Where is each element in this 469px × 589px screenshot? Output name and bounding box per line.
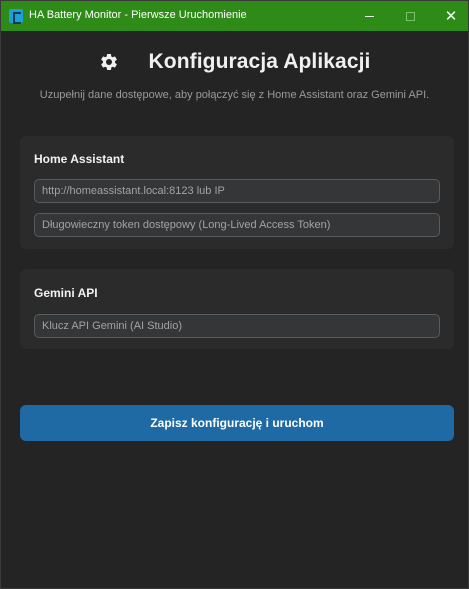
gemini-api-section: Gemini API (20, 269, 454, 349)
maximize-icon (405, 11, 415, 21)
page-heading: Konfiguracja Aplikacji (1, 47, 468, 77)
gemini-api-section-title: Gemini API (34, 286, 98, 300)
ha-url-input[interactable] (34, 179, 440, 203)
close-button[interactable]: ✕ (433, 1, 469, 31)
title-bar[interactable]: HA Battery Monitor - Pierwsze Uruchomien… (1, 1, 468, 31)
save-and-run-button[interactable]: Zapisz konfigurację i uruchom (20, 405, 454, 441)
gemini-key-input[interactable] (34, 314, 440, 338)
close-icon: ✕ (444, 7, 458, 25)
page-title: Konfiguracja Aplikacji (148, 50, 371, 73)
window-title: HA Battery Monitor - Pierwsze Uruchomien… (29, 9, 247, 21)
app-window: HA Battery Monitor - Pierwsze Uruchomien… (0, 0, 469, 589)
maximize-button[interactable] (392, 1, 428, 31)
app-icon (9, 9, 23, 24)
home-assistant-section: Home Assistant (20, 136, 454, 249)
home-assistant-section-title: Home Assistant (34, 152, 125, 166)
ha-token-input[interactable] (34, 213, 440, 237)
minimize-button[interactable] (351, 1, 387, 31)
page-subtitle: Uzupełnij dane dostępowe, aby połączyć s… (39, 89, 430, 101)
gear-icon (100, 53, 117, 70)
minimize-icon (364, 15, 374, 17)
